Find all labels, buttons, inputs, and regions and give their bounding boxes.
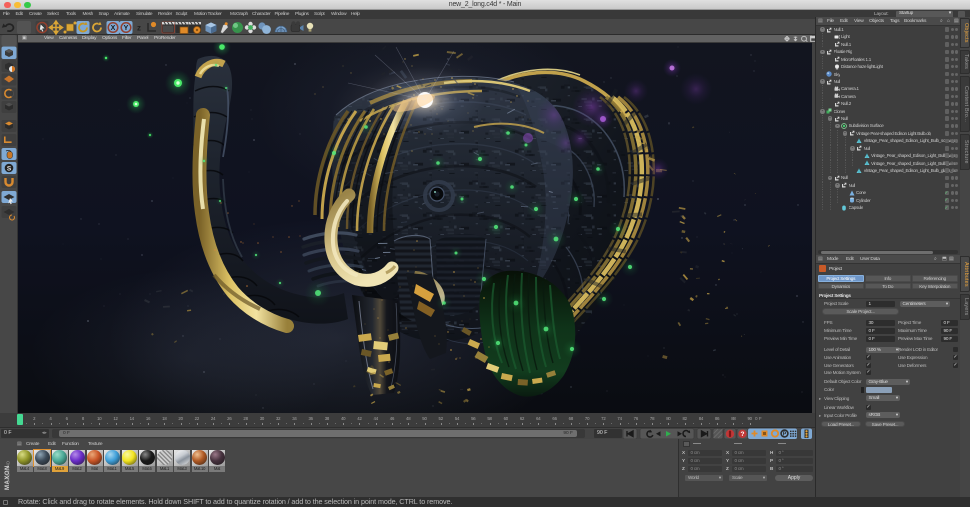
svg-text:z: z bbox=[137, 23, 141, 32]
svg-text:?: ? bbox=[741, 431, 745, 438]
svg-text:Y: Y bbox=[124, 25, 129, 32]
svg-text:S: S bbox=[7, 166, 12, 173]
svg-text:P: P bbox=[783, 432, 787, 438]
svg-text:X: X bbox=[111, 25, 116, 32]
